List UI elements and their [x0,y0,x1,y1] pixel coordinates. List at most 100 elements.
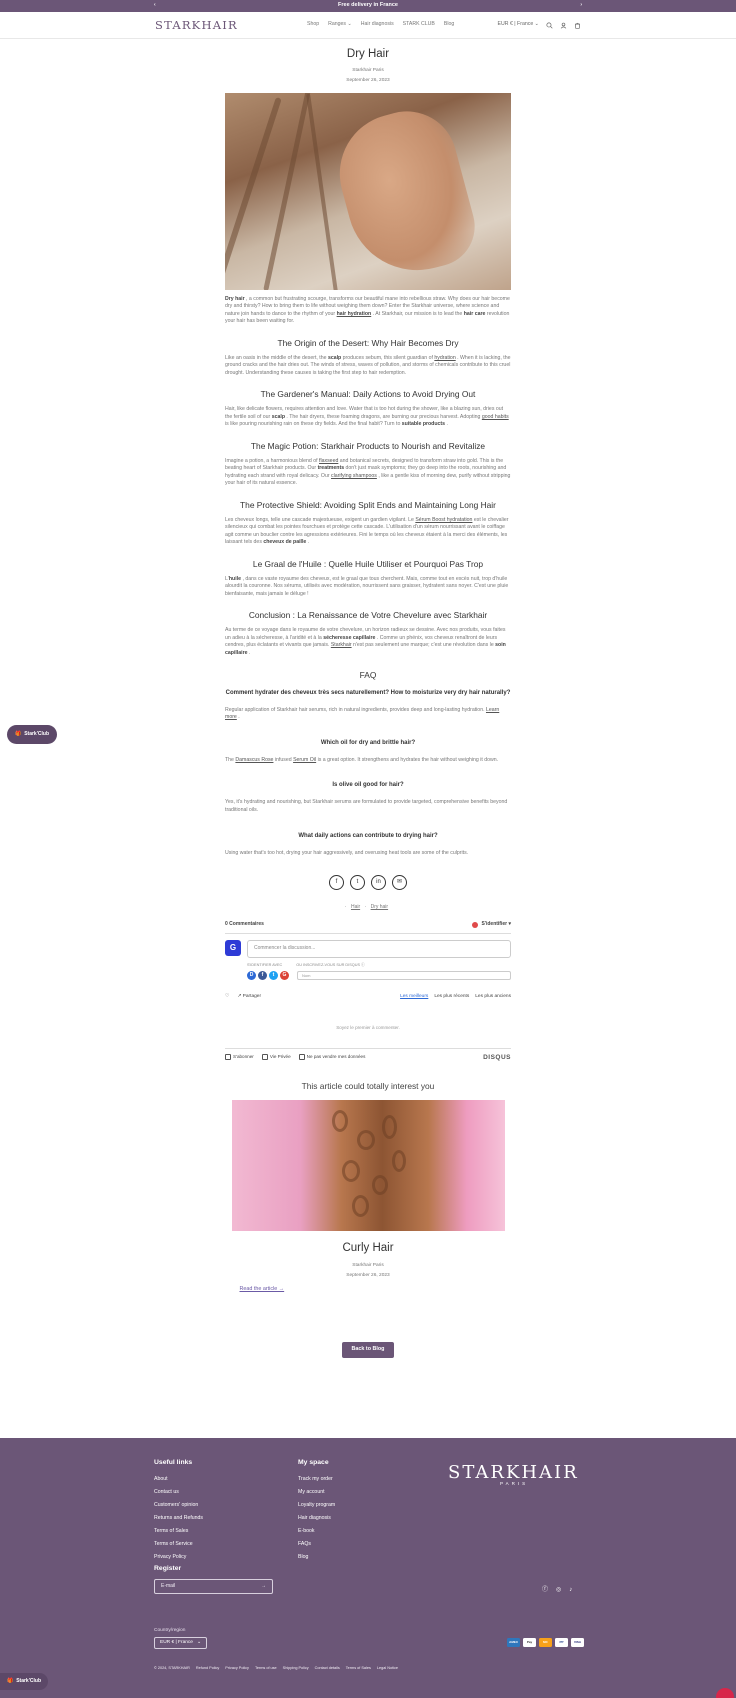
legal-terms-sales[interactable]: Terms of Sales [346,1666,371,1672]
legal-privacy[interactable]: Privacy Policy [225,1666,249,1672]
faq-question: Which oil for dry and brittle hair? [320,739,416,746]
comment-input[interactable]: Commencer la discussion... [247,939,511,958]
footer-link-faqs[interactable]: FAQs [298,1541,335,1549]
footer-link-returns[interactable]: Returns and Refunds [154,1515,203,1523]
section-heading: The Protective Shield: Avoiding Split En… [240,499,496,510]
cart-icon[interactable] [574,22,581,29]
facebook-login-icon[interactable]: f [258,971,267,981]
legal-refund[interactable]: Refund Policy [196,1666,219,1672]
read-article-link[interactable]: Read the article → [240,1286,505,1294]
nav-stark-club[interactable]: STARK CLUB [403,21,435,29]
back-to-blog-button[interactable]: Back to Blog [341,1341,395,1358]
faq-list: Comment hydrater des cheveux très secs n… [225,689,511,858]
legal-notice[interactable]: Legal Notice [377,1666,398,1672]
legal-shipping[interactable]: Shipping Policy [283,1666,309,1672]
comments-toolbar: ♡ ↗ Partager Les meilleurs Les plus réce… [225,994,511,1001]
stark-club-bottom-button[interactable]: 🎁 Stark'Club [0,1673,48,1690]
comment-composer: G Commencer la discussion... [225,939,511,958]
tag-hair[interactable]: Hair [351,904,360,910]
article-title: Dry Hair [346,48,390,60]
amex-icon: AMEX [507,1638,520,1647]
email-field[interactable]: E-mail → [154,1578,273,1594]
footer-link-track-order[interactable]: Track my order [298,1476,335,1484]
newsletter-register: Register E-mail → [154,1564,273,1594]
apple-pay-icon: Pay [523,1638,536,1647]
footer-link-diagnosis[interactable]: Hair diagnosis [298,1515,335,1523]
footer-link-contact[interactable]: Contact us [154,1489,203,1497]
share-linkedin-icon[interactable]: in [371,875,386,891]
footer-link-terms-service[interactable]: Terms of Service [154,1541,203,1549]
share-email-icon[interactable]: ✉ [392,875,407,891]
related-section-title: This article could totally interest you [301,1081,435,1092]
brand-logo[interactable]: STARKHAIR [155,17,295,34]
comment-login-labels: S'IDENTIFIER AVEC OU INSCRIVEZ-VOUS SUR … [247,963,511,969]
account-icon[interactable] [560,22,567,29]
disqus-login-icon[interactable]: D [247,971,256,981]
currency-selector[interactable]: EUR € | France ⌄ [498,21,539,29]
tiktok-icon[interactable]: ♪ [569,1586,572,1595]
section-paragraph: Au terme de ce voyage dans le royaume de… [225,627,506,656]
share-facebook-icon[interactable]: f [329,875,344,891]
related-article-card[interactable]: Curly Hair Starkhair Paris September 26,… [231,1100,505,1294]
email-placeholder: E-mail [161,1582,176,1589]
legal-terms-use[interactable]: Terms of use [255,1666,277,1672]
disqus-logo[interactable]: DISQUS [483,1053,511,1062]
related-article-image[interactable] [231,1100,505,1232]
country-selector[interactable]: EUR € | France ⌄ [154,1637,207,1649]
share-buttons: f t in ✉ [225,875,511,891]
arrow-right-icon[interactable]: → [261,1583,266,1590]
do-not-sell-link[interactable]: Ne pas vendre mes données [298,1054,365,1061]
footer-link-terms-sales[interactable]: Terms of Sales [154,1528,203,1536]
faq-answer: The Damascus Rose infused Serum Oil is a… [225,756,499,763]
nav-ranges[interactable]: Ranges ⌄ [328,21,352,29]
login-label: S'identifier ▾ [481,921,511,928]
country-value: EUR € | France [160,1639,193,1645]
name-input[interactable]: Nom [297,971,511,981]
footer-link-loyalty[interactable]: Loyalty program [298,1502,335,1510]
social-login: D f t G Nom [247,971,511,981]
sort-oldest[interactable]: Les plus anciens [475,994,511,1001]
footer-link-about[interactable]: About [154,1476,203,1484]
instagram-icon[interactable]: ◎ [556,1586,561,1595]
footer-link-privacy[interactable]: Privacy Policy [154,1554,203,1562]
footer-link-account[interactable]: My account [298,1489,335,1497]
related-article-title[interactable]: Curly Hair [232,1240,505,1257]
footer-logo-sub: PARIS [500,1481,529,1486]
subscribe-link[interactable]: S'abonner [225,1054,254,1061]
footer-link-blog[interactable]: Blog [298,1554,335,1562]
share-twitter-icon[interactable]: t [350,875,365,891]
article-body: Dry hair , a common but frustrating scou… [225,296,511,658]
section-paragraph: Imagine a potion, a harmonious blend of … [225,457,511,487]
announcement-prev-button[interactable]: ‹ [154,2,156,9]
sort-best[interactable]: Les meilleurs [400,994,428,1001]
announcement-next-button[interactable]: › [580,2,582,9]
nav-hair-diagnosis[interactable]: Hair diagnosis [361,21,394,29]
announcement-bar: ‹ Free delivery in France › [0,0,736,12]
legal-contact[interactable]: Contact details [315,1666,340,1672]
sort-newest[interactable]: Les plus récents [434,994,469,1001]
login-button[interactable]: S'identifier ▾ [472,921,511,929]
comments-header: 0 Commentaires S'identifier ▾ [225,921,511,934]
tag-dry-hair[interactable]: Dry hair [371,904,389,910]
article-hero-image [225,92,511,290]
share-comments-button[interactable]: ↗ Partager [237,994,261,1001]
section-heading: The Origin of the Desert: Why Hair Becom… [277,337,459,348]
footer-link-ebook[interactable]: E-book [298,1528,335,1536]
site-header: STARKHAIR Shop Ranges ⌄ Hair diagnosis S… [0,12,736,39]
twitter-login-icon[interactable]: t [269,971,278,981]
footer-link-opinion[interactable]: Customers' opinion [154,1502,203,1510]
facebook-icon[interactable]: ⓕ [542,1586,548,1595]
nav-blog[interactable]: Blog [444,21,454,29]
google-login-icon[interactable]: G [280,971,289,981]
chevron-down-icon: ⌄ [196,1639,201,1645]
article-author: Starkhair Paris [352,67,384,73]
search-icon[interactable] [546,21,553,29]
stark-club-label: Stark'Club [24,730,50,737]
privacy-link[interactable]: Vie Privée [261,1054,291,1061]
favorite-icon[interactable]: ♡ [225,994,229,1001]
stark-club-button[interactable]: 🎁 Stark'Club [7,725,57,744]
lock-icon [261,1054,268,1061]
related-article-author: Starkhair Paris [352,1263,384,1269]
faq-answer: Yes, it's hydrating and nourishing, but … [225,799,508,813]
nav-shop[interactable]: Shop [307,21,319,29]
